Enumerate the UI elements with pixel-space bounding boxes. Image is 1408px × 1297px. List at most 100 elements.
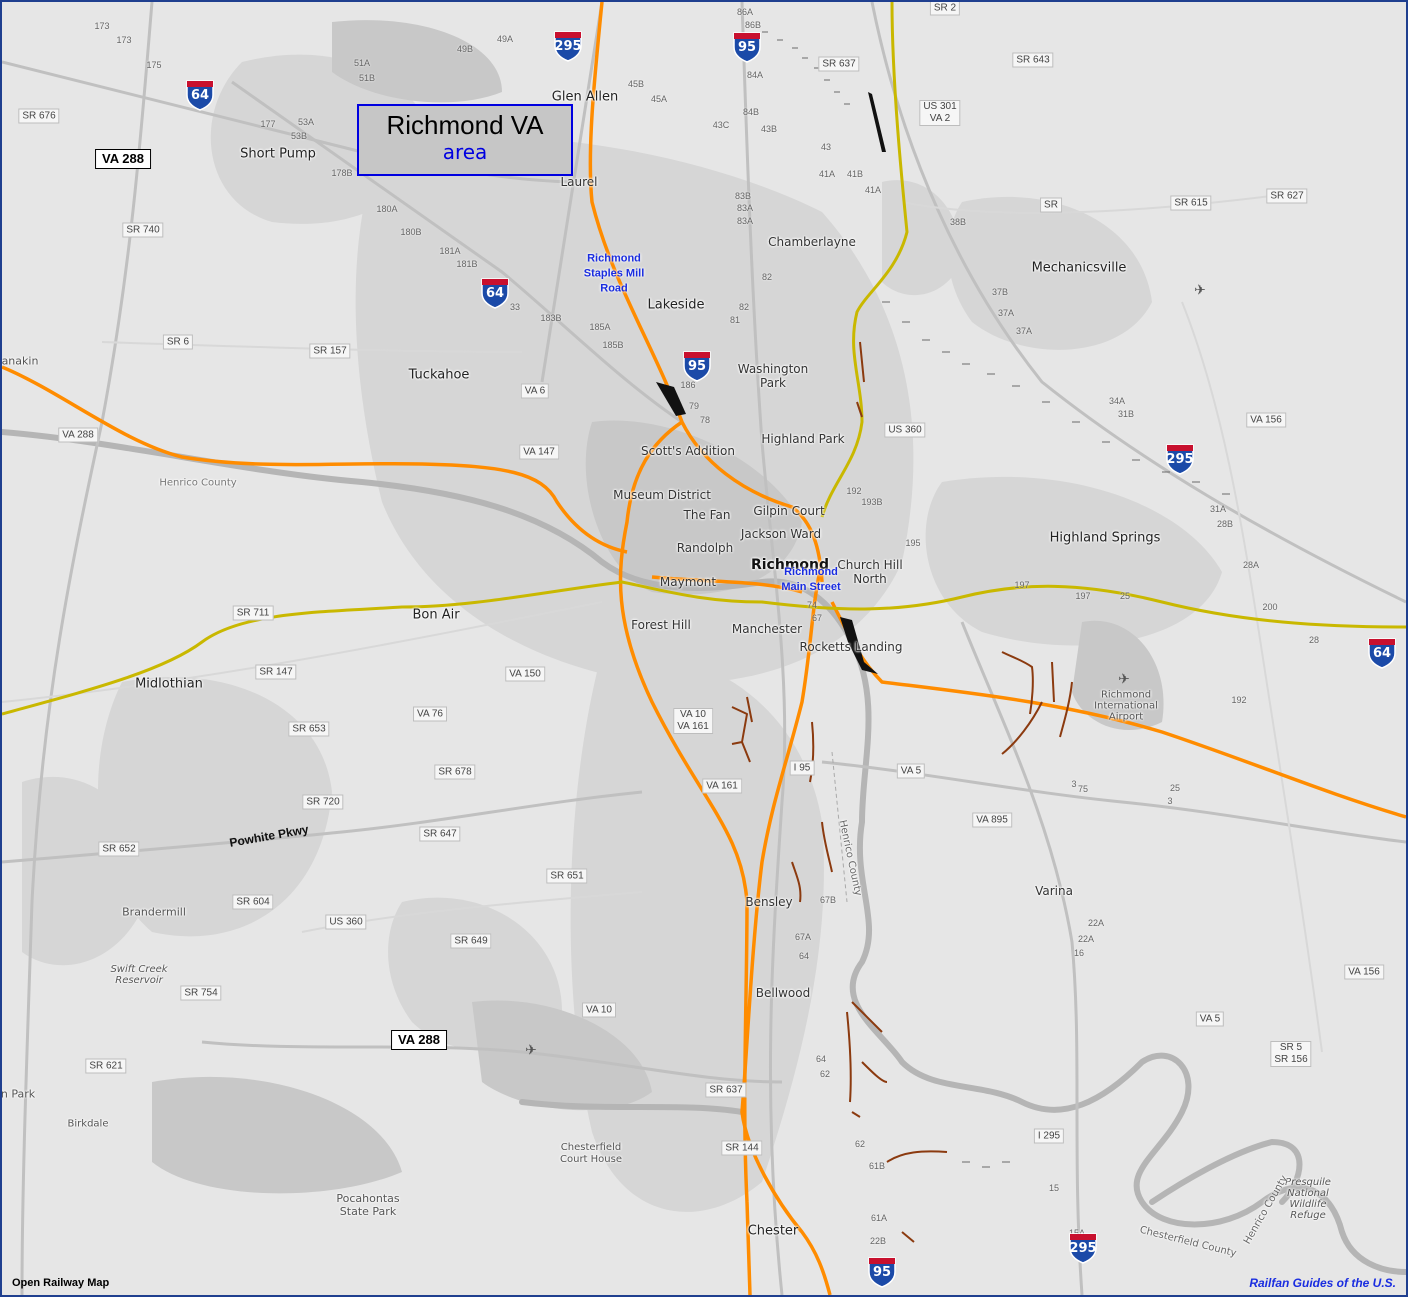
interstate-95-shield: 95: [732, 31, 762, 63]
place-randolph: Randolph: [676, 541, 734, 555]
exit-number: 49B: [456, 44, 474, 54]
exit-number: 49A: [496, 34, 514, 44]
place-church-hill-text: Church Hill North: [837, 558, 903, 586]
road-label: SR 720: [302, 794, 344, 810]
exit-number: 45A: [650, 94, 668, 104]
road-label: US 301 VA 2: [919, 100, 961, 126]
station-label: Richmond Staples Mill Road: [583, 252, 645, 295]
exit-number: 53A: [297, 117, 315, 127]
interstate-64-shield: 64: [185, 79, 215, 111]
exit-number: 195: [905, 538, 921, 548]
shield-number: 95: [872, 1265, 892, 1280]
interstate-295-shield: 295: [1165, 443, 1195, 475]
state-route-box: VA 288: [391, 1030, 447, 1050]
road-label: VA 150: [505, 666, 545, 682]
exit-number: 82: [738, 302, 750, 312]
place-manchester: Manchester: [731, 622, 803, 636]
place-pocahontas: Pocahontas State Park: [336, 1192, 399, 1218]
place-bon-air: Bon Air: [412, 607, 460, 623]
exit-number: 43B: [760, 124, 778, 134]
road-label: VA 156: [1344, 964, 1384, 980]
place-lakeside: Lakeside: [647, 297, 705, 313]
road-label: US 360: [884, 422, 926, 438]
exit-number: 185B: [602, 340, 624, 350]
shield-number: 295: [1166, 452, 1194, 467]
road-label: SR 649: [450, 933, 492, 949]
interstate-64-shield: 64: [480, 277, 510, 309]
map-title-box: Richmond VA area: [357, 104, 573, 176]
road-label: VA 10 VA 161: [673, 708, 713, 734]
place-church-hill-north: Church Hill North: [837, 558, 902, 586]
shield-number: 295: [554, 39, 582, 54]
place-gilpin-court: Gilpin Court: [753, 504, 825, 518]
road-label: VA 6: [520, 383, 550, 399]
exit-number: 64: [798, 951, 810, 961]
road-label: SR 604: [232, 894, 274, 910]
road-label: SR 627: [1266, 188, 1308, 204]
station-main-street[interactable]: Richmond Main Street: [781, 565, 840, 595]
exit-number: 78: [699, 415, 711, 425]
map-frame[interactable]: Glen Allen Short Pump Laurel Chamberlayn…: [0, 0, 1408, 1297]
exit-number: 185A: [589, 322, 611, 332]
exit-number: 61B: [868, 1161, 886, 1171]
place-chesterfield-text: Chesterfield Court House: [560, 1142, 622, 1165]
place-washington-park-text: Washington Park: [737, 362, 809, 390]
exit-number: 183B: [540, 313, 562, 323]
shield-number: 95: [687, 359, 707, 374]
exit-number: 25: [1169, 783, 1181, 793]
road-label-text: SR 5 SR 156: [1274, 1042, 1308, 1065]
place-brandermill: Brandermill: [122, 905, 186, 919]
exit-number: 31A: [1209, 504, 1227, 514]
road-label: SR 652: [98, 841, 140, 857]
exit-number: 193B: [861, 497, 883, 507]
station-staples-mill-road[interactable]: Richmond Staples Mill Road: [584, 252, 645, 297]
exit-number: 82: [761, 272, 773, 282]
exit-number: 25: [1119, 591, 1131, 601]
road-label: VA 895: [972, 812, 1012, 828]
exit-number: 67: [811, 613, 823, 623]
place-jackson-ward: Jackson Ward: [740, 527, 822, 541]
exit-number: 41A: [864, 185, 882, 195]
exit-number: 28B: [1216, 519, 1234, 529]
road-label: VA 76: [413, 706, 447, 722]
exit-number: 31B: [1117, 409, 1135, 419]
exit-number: 178B: [331, 168, 353, 178]
place-scotts-addition: Scott's Addition: [641, 444, 735, 458]
road-label: SR 637: [705, 1082, 747, 1098]
place-highland-park: Highland Park: [761, 432, 845, 446]
place-highland-springs: Highland Springs: [1049, 530, 1161, 546]
road-label: SR 651: [546, 868, 588, 884]
exit-number: 192: [1231, 695, 1247, 705]
road-label: SR 144: [721, 1140, 763, 1156]
interstate-295-shield: 295: [553, 30, 583, 62]
interstate-295-shield: 295: [1068, 1232, 1098, 1264]
place-airport-text: Richmond International Airport: [1094, 689, 1158, 723]
exit-number: 62: [819, 1069, 831, 1079]
exit-number: 86A: [736, 7, 754, 17]
place-museum-district: Museum District: [613, 488, 711, 502]
place-maymont: Maymont: [659, 575, 717, 589]
place-laurel: Laurel: [560, 175, 598, 189]
exit-number: 33: [509, 302, 521, 312]
place-henrico-county: Henrico County: [159, 477, 237, 489]
place-chesterfield: Chesterfield Court House: [560, 1142, 622, 1166]
road-label: SR 647: [419, 826, 461, 842]
state-route-box: VA 288: [95, 149, 151, 169]
exit-number: 61A: [870, 1213, 888, 1223]
exit-number: 173: [116, 35, 132, 45]
exit-number: 83A: [736, 216, 754, 226]
place-chamberlayne: Chamberlayne: [768, 235, 856, 249]
airplane-icon: ✈: [1118, 670, 1130, 687]
interstate-95-shield: 95: [682, 350, 712, 382]
place-bensley: Bensley: [745, 895, 793, 909]
map-subtitle: area: [442, 140, 488, 164]
exit-number: 22B: [869, 1236, 887, 1246]
place-swift-creek: Swift Creek Reservoir: [110, 964, 167, 986]
road-label: VA 10: [582, 1002, 616, 1018]
place-rocketts-landing: Rocketts Landing: [799, 640, 903, 654]
place-glen-allen: Glen Allen: [551, 89, 619, 105]
exit-number: 67B: [819, 895, 837, 905]
road-label: US 360: [325, 914, 367, 930]
exit-number: 41A: [818, 169, 836, 179]
road-label: VA 147: [519, 444, 559, 460]
